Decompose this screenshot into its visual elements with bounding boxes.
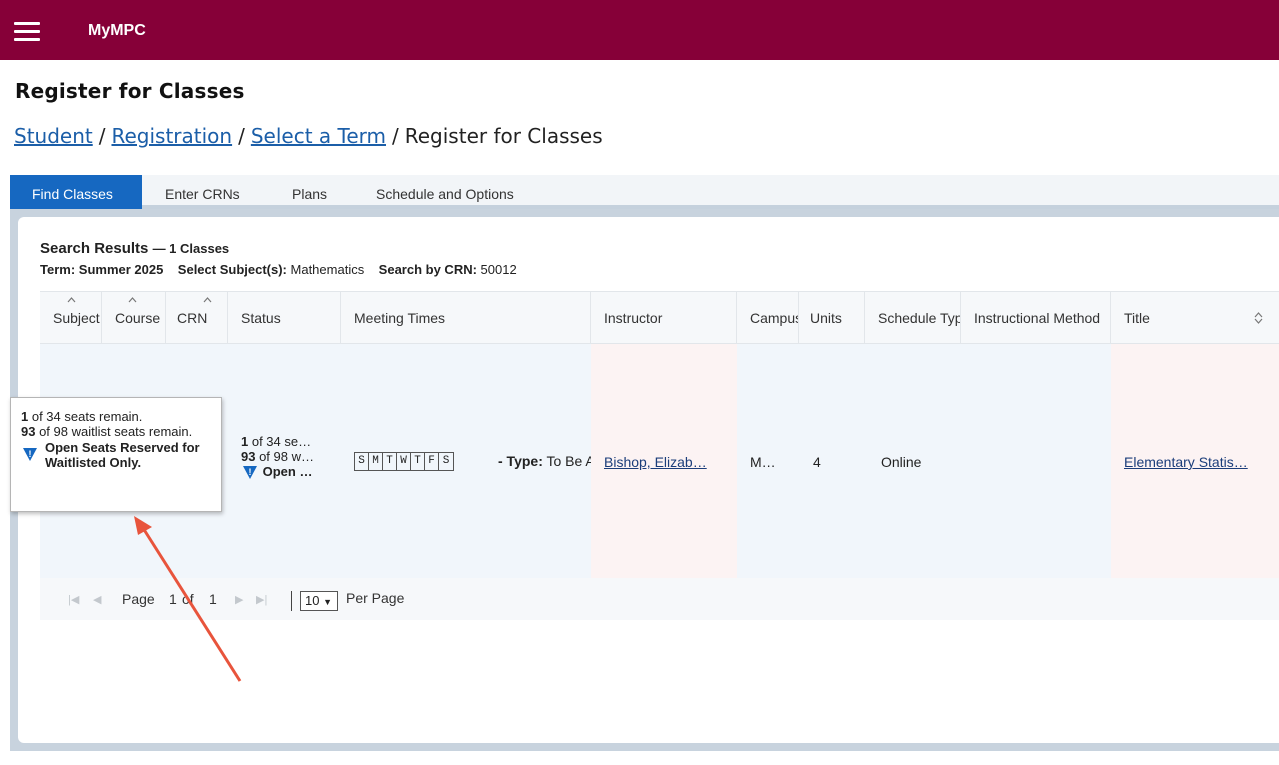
app-title[interactable]: MyMPC	[88, 22, 146, 40]
meeting-days: S M T W T F S	[354, 452, 454, 471]
waitlist-warning-icon: !	[243, 466, 257, 479]
search-results-count: — 1 Classes	[152, 241, 230, 256]
breadcrumb-separator: /	[98, 124, 106, 148]
sort-up-icon[interactable]	[128, 297, 137, 303]
tab-find-classes[interactable]: Find Classes	[10, 175, 142, 209]
column-header-status[interactable]: Status	[228, 292, 341, 345]
next-page-icon[interactable]: ▶	[235, 593, 243, 606]
table-row: 1 of 34 se… 93 of 98 w… ! Open … S M T W…	[40, 344, 1279, 578]
units-cell: 4	[813, 454, 821, 470]
previous-page-icon[interactable]: ◀	[93, 593, 101, 606]
course-title-link[interactable]: Elementary Statis…	[1124, 454, 1248, 470]
column-header-meeting-times[interactable]: Meeting Times	[341, 292, 591, 345]
sort-up-icon[interactable]	[203, 297, 212, 303]
column-header-units[interactable]: Units	[799, 292, 865, 345]
svg-text:!: !	[249, 467, 252, 477]
tab-plans[interactable]: Plans	[292, 175, 327, 209]
current-page[interactable]: 1	[169, 591, 177, 607]
breadcrumb-student-link[interactable]: Student	[14, 124, 93, 148]
first-page-icon[interactable]: |◀	[68, 593, 79, 606]
last-page-icon[interactable]: ▶|	[256, 593, 267, 606]
column-header-instructional-method[interactable]: Instructional Method	[961, 292, 1111, 345]
title-cell: Elementary Statis…	[1111, 344, 1279, 578]
top-bar: MyMPC	[0, 0, 1279, 60]
status-cell[interactable]: 1 of 34 se… 93 of 98 w… ! Open …	[228, 344, 341, 578]
table-header: Subject Course CRN Status Meeting Times …	[40, 291, 1279, 345]
breadcrumb-registration-link[interactable]: Registration	[111, 124, 232, 148]
breadcrumb-separator: /	[392, 124, 399, 148]
breadcrumb: Student / Registration / Select a Term / Regis…	[14, 124, 603, 148]
breadcrumb-separator: /	[238, 124, 245, 148]
pagination-bar: |◀ ◀ Page 1 of 1 ▶ ▶| 10 ▼ Per Page	[40, 578, 1279, 620]
sort-up-icon[interactable]	[67, 297, 76, 303]
total-pages: 1	[209, 591, 217, 607]
svg-text:!: !	[29, 449, 32, 459]
status-tooltip: 1 of 34 seats remain. 93 of 98 waitlist …	[10, 397, 222, 512]
search-results-title: Search Results — 1 Classes	[40, 240, 230, 257]
tab-enter-crns[interactable]: Enter CRNs	[165, 175, 240, 209]
schedule-type-cell: Online	[881, 454, 922, 470]
pager-divider	[291, 591, 292, 611]
instructor-link[interactable]: Bishop, Elizab…	[604, 454, 707, 470]
waitlist-warning-icon: !	[23, 448, 37, 461]
meeting-times-cell: S M T W T F S - Type: To Be A	[341, 344, 595, 578]
column-header-instructor[interactable]: Instructor	[591, 292, 737, 345]
campus-cell: M…	[750, 454, 776, 470]
chevron-down-icon: ▼	[323, 597, 333, 607]
per-page-select[interactable]: 10 ▼	[300, 591, 338, 611]
tab-schedule-and-options[interactable]: Schedule and Options	[376, 175, 514, 209]
tab-bar: Find Classes Enter CRNs Plans Schedule a…	[10, 175, 1279, 209]
hamburger-menu-icon[interactable]	[14, 22, 40, 42]
instructor-cell: Bishop, Elizab…	[591, 344, 737, 578]
meeting-type: - Type: To Be A	[498, 453, 595, 469]
sort-icon[interactable]	[1254, 312, 1263, 324]
column-header-crn[interactable]: CRN	[166, 292, 228, 345]
search-criteria: Term: Summer 2025 Select Subject(s): Mat…	[40, 262, 517, 277]
breadcrumb-select-term-link[interactable]: Select a Term	[251, 124, 386, 148]
breadcrumb-current: Register for Classes	[404, 124, 603, 148]
page-title: Register for Classes	[15, 79, 245, 103]
column-header-schedule-type[interactable]: Schedule Type	[865, 292, 961, 345]
column-header-campus[interactable]: Campus	[737, 292, 799, 345]
